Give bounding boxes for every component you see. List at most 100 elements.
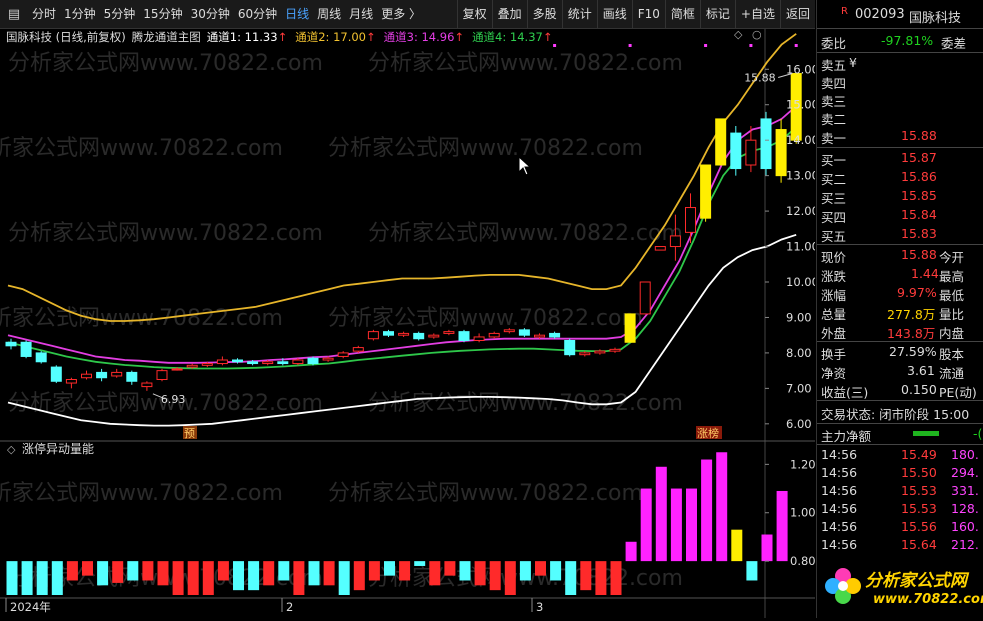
- watermark-text: 分析家公式网www.70822.com: [328, 481, 643, 506]
- candle-body: [579, 352, 591, 356]
- overlay-button[interactable]: 叠加: [491, 0, 527, 28]
- candle-body: [247, 361, 259, 365]
- back-button[interactable]: 返回: [779, 0, 815, 28]
- candle-body: [639, 281, 651, 315]
- candle-body: [775, 129, 787, 177]
- mark-button[interactable]: 标记: [699, 0, 735, 28]
- volume-bar: [278, 561, 290, 581]
- logo-title: 分析家公式网: [865, 571, 967, 591]
- candle-body: [654, 246, 666, 251]
- price-tick-label: 11.00: [786, 240, 815, 254]
- volume-bar: [670, 488, 682, 562]
- netasset-label: 净资: [821, 366, 847, 381]
- channel3-arrow: ↑: [454, 30, 465, 44]
- sub-chart-title: 涨停异动量能: [22, 441, 94, 456]
- period-15min[interactable]: 15分钟: [139, 0, 186, 28]
- menu-icon[interactable]: ▤: [3, 3, 25, 25]
- watermark-text: 分析家公式网www.70822.com: [368, 221, 683, 246]
- simple-frame-button[interactable]: 简框: [664, 0, 700, 28]
- tick-volume: 180.: [951, 447, 979, 462]
- site-logo: 分析家公式网 www.70822.com: [817, 556, 983, 618]
- period-30min[interactable]: 30分钟: [187, 0, 234, 28]
- price-tick-label: 13.00: [786, 169, 815, 183]
- volume-bar: [655, 466, 667, 562]
- stock-period-label: 国脉科技 (日线,前复权): [6, 30, 126, 44]
- volume-bar: [686, 488, 697, 562]
- period-fenshi[interactable]: 分时: [28, 0, 60, 28]
- f10-button[interactable]: F10: [631, 0, 665, 28]
- watermark-text: 分析家公式网www.70822.com: [8, 221, 323, 246]
- candle-body: [141, 382, 153, 388]
- period-month[interactable]: 月线: [345, 0, 377, 28]
- watermark-layer: 分析家公式网www.70822.com 分析家公式网www.70822.com 分析…: [0, 51, 683, 591]
- period-more[interactable]: 更多 〉: [377, 0, 425, 28]
- period-60min[interactable]: 60分钟: [234, 0, 281, 28]
- pct-label: 涨幅: [821, 288, 847, 303]
- price-label: 现价: [821, 250, 847, 265]
- net-flow-value: -(: [973, 426, 983, 441]
- candle-body: [730, 132, 742, 170]
- period-week[interactable]: 周线: [313, 0, 345, 28]
- signal-dot: [794, 44, 798, 47]
- candle-body: [503, 329, 515, 333]
- period-5min[interactable]: 5分钟: [100, 0, 140, 28]
- separator: [817, 52, 983, 53]
- eps-value: 0.150: [901, 382, 937, 397]
- volume-bar: [21, 561, 33, 595]
- period-day[interactable]: 日线: [281, 0, 313, 28]
- watermark-text: 分析家公式网www.70822.com: [328, 136, 643, 161]
- change-value: 1.44: [911, 266, 939, 281]
- volume-bar: [399, 561, 411, 581]
- candle-body: [111, 371, 123, 377]
- channel-line-green: [7, 126, 797, 370]
- candle-body: [367, 331, 379, 340]
- volume-bar: [640, 488, 652, 562]
- shares-label: 股本: [939, 347, 965, 362]
- draw-line-button[interactable]: 画线: [596, 0, 632, 28]
- channel2-arrow: ↑: [366, 30, 376, 44]
- volume-bar: [142, 561, 154, 581]
- buy3-price: 15.85: [901, 188, 937, 203]
- candle-body: [383, 331, 394, 336]
- tick-price: 15.50: [901, 465, 937, 480]
- logo-url: www.70822.com: [873, 592, 983, 607]
- price-tick-label: 12.00: [786, 204, 815, 218]
- inner-label: 内盘: [939, 326, 965, 341]
- volume-bar: [112, 561, 124, 583]
- weibi-label: 委比: [821, 36, 847, 51]
- outer-label: 外盘: [821, 326, 847, 341]
- netasset-row: 净资 3.61 流通: [817, 362, 983, 381]
- price-tick-label: 15.00: [786, 98, 815, 112]
- buy2-price: 15.86: [901, 169, 937, 184]
- stat-row-pct: 涨幅 9.97% 最低: [817, 284, 983, 303]
- add-watchlist-button[interactable]: +自选: [734, 0, 780, 28]
- candle-body: [473, 336, 485, 342]
- yuan-icon: ¥: [849, 55, 857, 70]
- pe-label: PE(动): [939, 385, 977, 400]
- volume-bar: [293, 561, 305, 595]
- statistics-button[interactable]: 统计: [561, 0, 597, 28]
- restore-rights-button[interactable]: 复权: [456, 0, 492, 28]
- indicator-name[interactable]: 腾龙通道主图: [132, 29, 201, 45]
- candle-body: [277, 361, 289, 365]
- volume-bar: [595, 561, 607, 595]
- stat-row-volume: 总量 277.8万 量比: [817, 303, 983, 322]
- kline-chart[interactable]: 分析家公式网www.70822.com 分析家公式网www.70822.com 分析…: [0, 0, 815, 618]
- channel3-value: 通道3: 14.96: [383, 30, 455, 44]
- vol-ratio-label: 量比: [939, 307, 965, 322]
- netasset-value: 3.61: [907, 363, 935, 378]
- period-1min[interactable]: 1分钟: [60, 0, 100, 28]
- eps-row: 收益(三) 0.150 PE(动): [817, 381, 983, 400]
- tick-volume: 331.: [951, 483, 979, 498]
- zhangbang-badge-text: 涨榜: [697, 426, 719, 440]
- float-label: 流通: [939, 366, 965, 381]
- buy5-row: 买五 15.83: [817, 225, 983, 244]
- buy4-label: 买四: [821, 210, 847, 225]
- quote-panel: R 002093 国脉科技 委比 -97.81% 委差 卖五 ¥ 卖四 卖三 卖…: [816, 0, 983, 618]
- watermark-text: 分析家公式网www.70822.com: [0, 306, 283, 331]
- watermark-text: 分析家公式网www.70822.com: [8, 51, 323, 76]
- trade-status-text: 交易状态: 闭市阶段 15:00: [821, 407, 970, 422]
- multi-stock-button[interactable]: 多股: [526, 0, 562, 28]
- tick-time: 14:56: [821, 447, 858, 462]
- tick-row: 14:56 15.64 212.: [817, 536, 983, 554]
